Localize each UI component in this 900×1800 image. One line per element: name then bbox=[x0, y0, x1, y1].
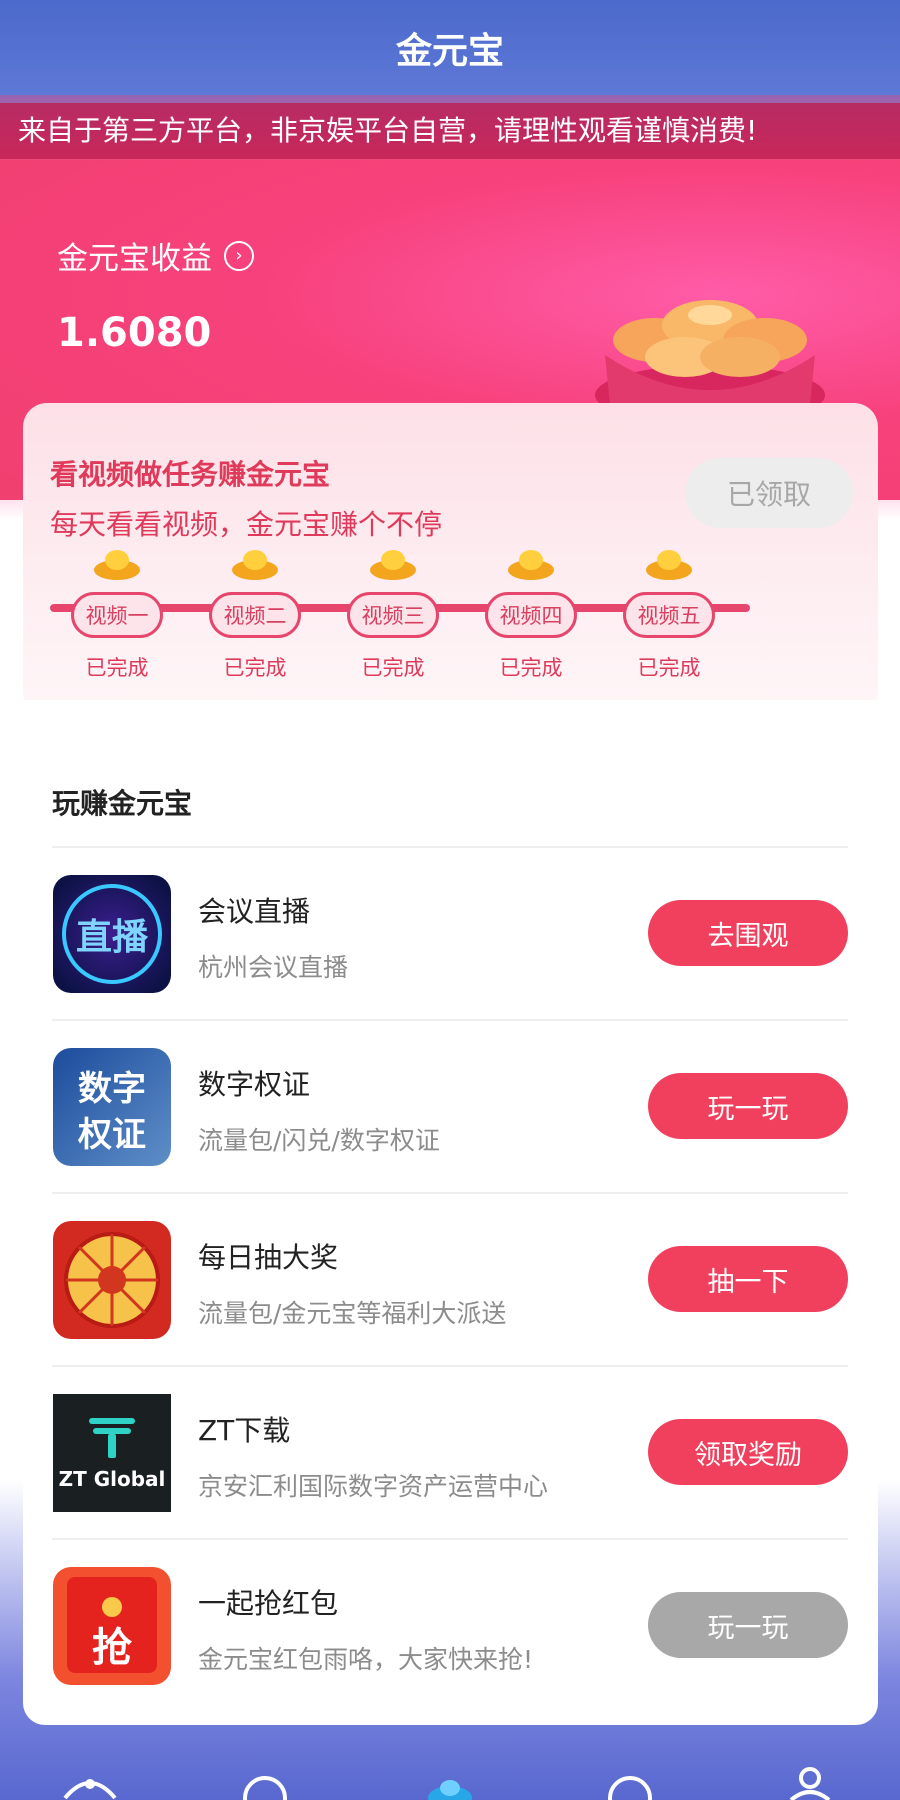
play-button[interactable]: 玩一玩 bbox=[648, 1592, 848, 1658]
claim-reward-button[interactable]: 领取奖励 bbox=[648, 1419, 848, 1485]
icon-text: 直播 bbox=[76, 917, 149, 958]
gold-ingot-icon bbox=[646, 550, 692, 580]
prize-wheel-icon bbox=[53, 1221, 171, 1339]
list-item[interactable]: ZT Global ZT下载 京安汇利国际数字资产运营中心 领取奖励 bbox=[52, 1365, 848, 1538]
live-icon: 直播 bbox=[53, 875, 171, 993]
tab-profile-icon[interactable] bbox=[785, 1758, 835, 1800]
tab-home-icon[interactable] bbox=[55, 1758, 125, 1800]
digital-warrant-icon: 数字 权证 bbox=[53, 1048, 171, 1166]
notice-text: 来自于第三方平台，非京娱平台自营，请理性观看谨慎消费! bbox=[18, 114, 758, 147]
zt-global-icon: ZT Global bbox=[53, 1394, 171, 1512]
claimed-button[interactable]: 已领取 bbox=[685, 458, 853, 528]
chevron-right-icon: › bbox=[224, 240, 254, 271]
gold-ingot-bag-icon bbox=[595, 300, 825, 415]
notice-banner: 来自于第三方平台，非京娱平台自营，请理性观看谨慎消费! bbox=[0, 103, 900, 159]
earnings-link[interactable]: 金元宝收益 › bbox=[57, 233, 254, 278]
item-name: 一起抢红包 bbox=[198, 1587, 339, 1620]
earnings-value: 1.6080 bbox=[57, 310, 212, 356]
video-step[interactable]: 视频三 已完成 bbox=[345, 546, 441, 682]
tab-message-icon[interactable] bbox=[605, 1758, 655, 1800]
red-envelope-icon: 抢 bbox=[53, 1567, 171, 1685]
list-item[interactable]: 抢 一起抢红包 金元宝红包雨咯，大家快来抢! 玩一玩 bbox=[52, 1538, 848, 1711]
video-step-status: 已完成 bbox=[85, 656, 149, 680]
video-step-label: 视频二 bbox=[209, 592, 301, 638]
video-step[interactable]: 视频四 已完成 bbox=[483, 546, 579, 682]
top-bar: 金元宝 bbox=[0, 0, 900, 95]
watch-button[interactable]: 去围观 bbox=[648, 900, 848, 966]
item-name: 会议直播 bbox=[198, 895, 311, 928]
video-step-status: 已完成 bbox=[361, 656, 425, 680]
task-subtitle: 每天看看视频，金元宝赚个不停 bbox=[50, 508, 443, 541]
page-title: 金元宝 bbox=[395, 30, 504, 72]
list-item[interactable]: 数字 权证 数字权证 流量包/闪兑/数字权证 玩一玩 bbox=[52, 1019, 848, 1192]
tab-video-icon[interactable] bbox=[240, 1758, 290, 1800]
video-step-status: 已完成 bbox=[637, 656, 701, 680]
list-item[interactable]: 每日抽大奖 流量包/金元宝等福利大派送 抽一下 bbox=[52, 1192, 848, 1365]
video-step-status: 已完成 bbox=[499, 656, 563, 680]
section-title: 玩赚金元宝 bbox=[52, 787, 193, 820]
item-description: 杭州会议直播 bbox=[198, 953, 349, 982]
item-name: 数字权证 bbox=[198, 1068, 311, 1101]
svg-text:权证: 权证 bbox=[77, 1115, 146, 1155]
gold-ingot-icon bbox=[94, 550, 140, 580]
item-description: 流量包/金元宝等福利大派送 bbox=[198, 1299, 507, 1328]
icon-text: 抢 bbox=[92, 1625, 133, 1671]
video-task-card: 看视频做任务赚金元宝 每天看看视频，金元宝赚个不停 已领取 视频一 已完成 视频… bbox=[23, 403, 878, 715]
draw-button[interactable]: 抽一下 bbox=[648, 1246, 848, 1312]
play-button[interactable]: 玩一玩 bbox=[648, 1073, 848, 1139]
earnings-label: 金元宝收益 bbox=[57, 241, 212, 277]
item-description: 金元宝红包雨咯，大家快来抢! bbox=[198, 1645, 534, 1674]
video-step[interactable]: 视频二 已完成 bbox=[207, 546, 303, 682]
video-step-label: 视频五 bbox=[623, 592, 715, 638]
svg-text:数字: 数字 bbox=[78, 1069, 146, 1109]
item-name: ZT下载 bbox=[198, 1414, 291, 1447]
video-step[interactable]: 视频五 已完成 bbox=[621, 546, 717, 682]
item-description: 流量包/闪兑/数字权证 bbox=[198, 1126, 440, 1155]
gold-ingot-icon bbox=[508, 550, 554, 580]
item-description: 京安汇利国际数字资产运营中心 bbox=[198, 1472, 549, 1501]
task-title: 看视频做任务赚金元宝 bbox=[50, 458, 331, 491]
video-step-label: 视频三 bbox=[347, 592, 439, 638]
item-name: 每日抽大奖 bbox=[198, 1241, 339, 1274]
video-step-status: 已完成 bbox=[223, 656, 287, 680]
video-step-label: 视频一 bbox=[71, 592, 163, 638]
gold-ingot-icon bbox=[232, 550, 278, 580]
icon-text: ZT Global bbox=[59, 1467, 166, 1491]
tab-ingot-icon[interactable] bbox=[425, 1758, 475, 1800]
video-step-label: 视频四 bbox=[485, 592, 577, 638]
list-item[interactable]: 直播 会议直播 杭州会议直播 去围观 bbox=[52, 846, 848, 1019]
video-step[interactable]: 视频一 已完成 bbox=[69, 546, 165, 682]
gold-ingot-icon bbox=[370, 550, 416, 580]
activity-list: 直播 会议直播 杭州会议直播 去围观 数字 权证 数字权证 流量包/闪兑/数字权证… bbox=[52, 846, 848, 1711]
bottom-tab-bar bbox=[0, 1758, 900, 1800]
